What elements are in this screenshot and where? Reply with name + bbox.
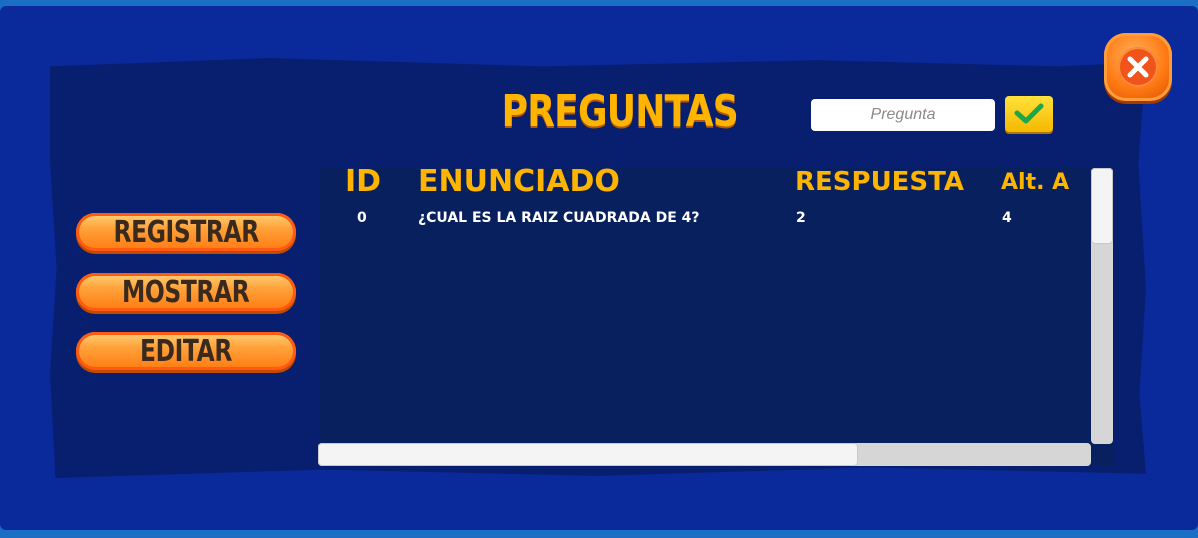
page-title: PREGUNTAS bbox=[501, 86, 739, 137]
registrar-button-label: REGISTRAR bbox=[113, 215, 259, 250]
cell-enunciado: ¿CUAL ES LA RAIZ CUADRADA DE 4? bbox=[418, 210, 700, 226]
cell-alt-a: 4 bbox=[1002, 210, 1012, 226]
search-input[interactable] bbox=[811, 99, 995, 131]
confirm-button[interactable] bbox=[1005, 96, 1053, 132]
checkmark-icon bbox=[1014, 103, 1044, 124]
registrar-button[interactable]: REGISTRAR bbox=[76, 213, 296, 251]
close-button[interactable] bbox=[1104, 33, 1172, 101]
editar-button-label: EDITAR bbox=[139, 334, 233, 369]
column-header-alt-a: Alt. A bbox=[1001, 170, 1070, 195]
vertical-scroll-thumb[interactable] bbox=[1091, 168, 1113, 244]
column-header-respuesta: RESPUESTA bbox=[795, 167, 964, 197]
cell-respuesta: 2 bbox=[796, 210, 806, 226]
mostrar-button[interactable]: MOSTRAR bbox=[76, 273, 296, 311]
column-header-id: ID bbox=[345, 164, 382, 199]
cell-id: 0 bbox=[357, 210, 367, 226]
column-header-enunciado: ENUNCIADO bbox=[418, 164, 620, 199]
mostrar-button-label: MOSTRAR bbox=[122, 275, 250, 310]
horizontal-scroll-thumb[interactable] bbox=[318, 443, 858, 466]
close-x-icon bbox=[1118, 47, 1158, 87]
editar-button[interactable]: EDITAR bbox=[76, 332, 296, 370]
